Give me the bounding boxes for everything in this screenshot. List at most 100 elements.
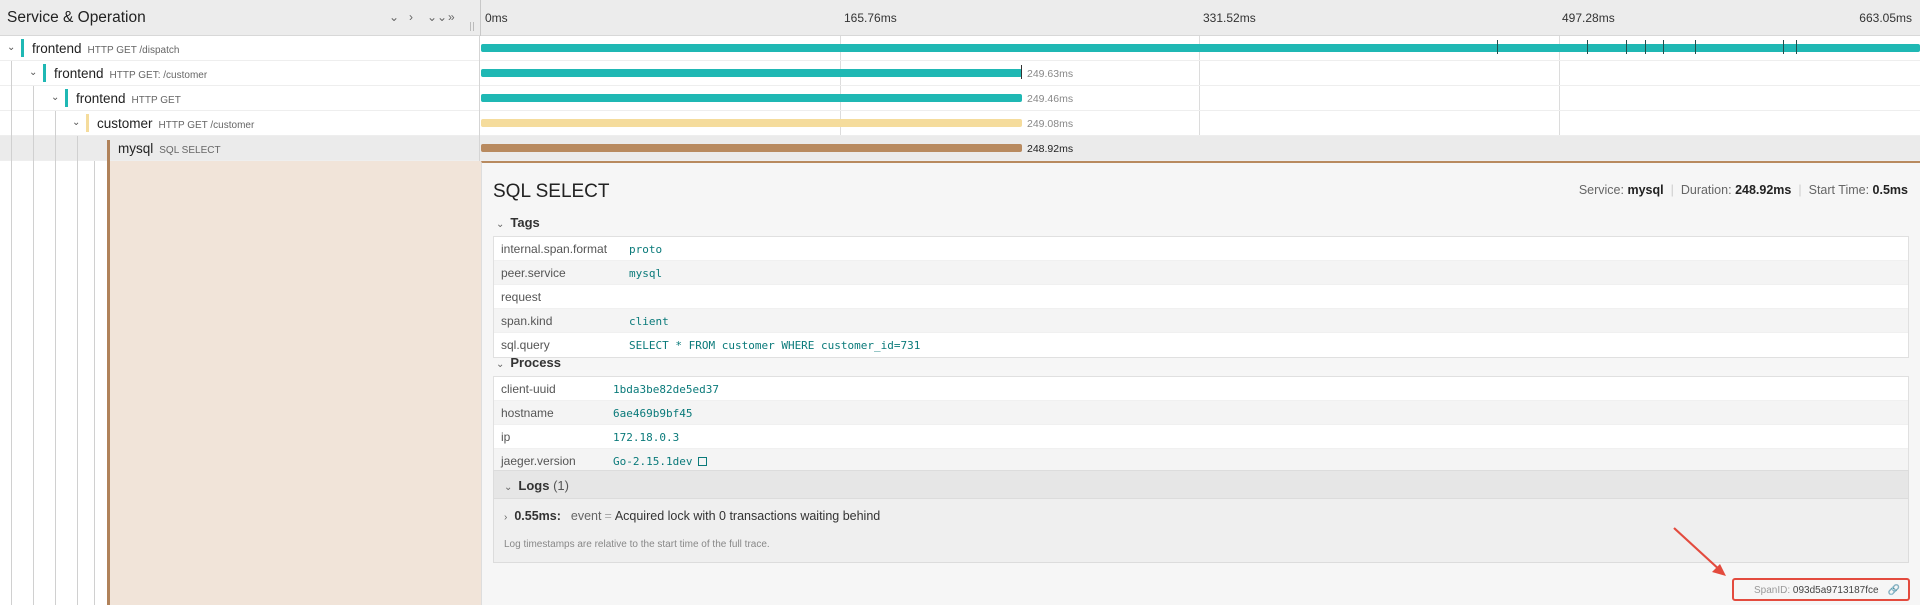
service-name: mysql [118,141,154,156]
tag-row: peer.service mysql [494,261,1908,285]
operation-name: SQL SELECT [159,145,221,156]
tree-guide [11,161,12,605]
logs-count: (1) [553,478,569,493]
tree-guide [11,111,12,136]
span-name-cell[interactable]: ⌄ frontend HTTP GET /dispatch [0,36,480,61]
process-row: client-uuid 1bda3be82de5ed37 [494,377,1908,401]
service-name: frontend [32,41,82,56]
annotation-arrow [1673,527,1726,576]
span-id-value: 093d5a9713187fce [1792,585,1879,596]
chevron-down-icon: ⌄ [496,359,505,370]
header-divider [480,0,481,36]
service-color-bar [21,39,24,57]
tick-label: 497.28ms [1562,11,1615,25]
logs-section-toggle[interactable]: ⌄ Logs (1) [494,471,1908,499]
jaeger-version-link[interactable]: Go-2.15.1dev [613,455,692,468]
expand-all-icon[interactable]: » [448,10,455,24]
span-bar[interactable] [481,44,1920,52]
log-key: event [570,509,602,523]
tree-guide [11,61,12,86]
span-name-cell[interactable]: ⌄ frontend HTTP GET [0,86,480,111]
service-color-bar [86,114,89,132]
detail-strip [109,161,481,605]
log-marker [1663,40,1664,54]
collapse-all-icon[interactable]: ⌄⌄ [427,10,447,24]
chevron-down-icon[interactable]: ⌄ [72,117,80,128]
tag-row: span.kind client [494,309,1908,333]
log-marker [1587,40,1588,54]
log-marker [1497,40,1498,54]
tree-guide [55,136,56,161]
collapse-one-icon[interactable]: ⌄ [389,10,399,24]
tree-guide [33,111,34,136]
operation-name: HTTP GET [131,95,181,106]
span-row[interactable]: ⌄ frontend HTTP GET 249.46ms [0,86,1920,111]
meta-start-time: 0.5ms [1872,183,1908,197]
tick-label: 663.05ms [1859,11,1912,25]
logs-note: Log timestamps are relative to the start… [504,539,770,550]
process-row: hostname 6ae469b9bf45 [494,401,1908,425]
tree-guide [77,136,78,161]
span-bar[interactable] [481,119,1022,127]
service-color-bar [43,64,46,82]
span-name-cell[interactable]: mysql SQL SELECT [0,136,480,161]
mysql-color-bar [107,140,110,605]
span-row[interactable]: ⌄ frontend HTTP GET /dispatch [0,36,1920,61]
expand-one-icon[interactable]: › [409,10,413,24]
span-bar[interactable] [481,94,1022,102]
span-bar[interactable] [481,144,1022,152]
tree-guide [94,161,95,605]
span-bar[interactable] [481,69,1022,77]
span-name-cell[interactable]: ⌄ customer HTTP GET /customer [0,111,480,136]
external-link-icon[interactable] [698,457,708,466]
chevron-down-icon: ⌄ [504,482,513,493]
span-row-selected[interactable]: mysql SQL SELECT 248.92ms [0,136,1920,161]
tree-guide [55,161,56,605]
log-marker [1796,40,1797,54]
process-section-toggle[interactable]: ⌄ Process [496,355,561,370]
log-entry[interactable]: › 0.55ms: event = Acquired lock with 0 trans… [504,509,880,523]
tags-table: internal.span.format proto peer.service my… [493,236,1909,358]
operation-name: HTTP GET /dispatch [87,45,180,56]
link-icon[interactable]: 🔗 [1888,585,1900,596]
bar-end-marker [1021,65,1022,79]
log-marker [1626,40,1627,54]
process-table: client-uuid 1bda3be82de5ed37 hostname 6ae4… [493,376,1909,474]
service-color-bar [65,89,68,107]
tree-guide [11,86,12,111]
span-name-cell[interactable]: ⌄ frontend HTTP GET: /customer [0,61,480,86]
tick-label: 165.76ms [844,11,897,25]
column-resize-handle[interactable] [470,22,474,31]
meta-duration: 248.92ms [1735,183,1792,197]
tag-row: sql.query SELECT * FROM customer WHERE cu… [501,338,921,352]
tag-row: request [494,285,1908,309]
chevron-down-icon[interactable]: ⌄ [29,67,37,78]
chevron-down-icon[interactable]: ⌄ [51,92,59,103]
span-duration: 249.08ms [1027,118,1074,130]
tree-guide [33,161,34,605]
service-name: frontend [76,91,126,106]
chevron-down-icon[interactable]: ⌄ [7,42,15,53]
log-marker [1645,40,1646,54]
operation-name: HTTP GET: /customer [109,70,208,81]
log-timestamp: 0.55ms: [514,509,561,523]
log-marker [1695,40,1696,54]
span-row[interactable]: ⌄ frontend HTTP GET: /customer 249.63ms [0,61,1920,86]
chevron-right-icon[interactable]: › [504,512,507,523]
operation-name: HTTP GET /customer [158,120,255,131]
span-duration: 249.63ms [1027,68,1074,80]
span-id-field[interactable]: SpanID: 093d5a9713187fce 🔗 [1732,578,1910,601]
tick-label: 331.52ms [1203,11,1256,25]
tag-row: internal.span.format proto [494,237,1908,261]
timeline-header: Service & Operation ⌄ › ⌄⌄ » 0ms 165.76m… [0,0,1920,36]
tags-section-toggle[interactable]: ⌄ Tags [496,215,540,230]
chevron-down-icon: ⌄ [496,219,505,230]
column-title: Service & Operation [7,9,146,26]
service-name: frontend [54,66,104,81]
span-duration: 249.46ms [1027,93,1074,105]
service-name: customer [97,116,153,131]
span-detail-title: SQL SELECT [493,181,610,202]
span-row[interactable]: ⌄ customer HTTP GET /customer 249.08ms [0,111,1920,136]
tree-guide [33,86,34,111]
log-marker [1783,40,1784,54]
